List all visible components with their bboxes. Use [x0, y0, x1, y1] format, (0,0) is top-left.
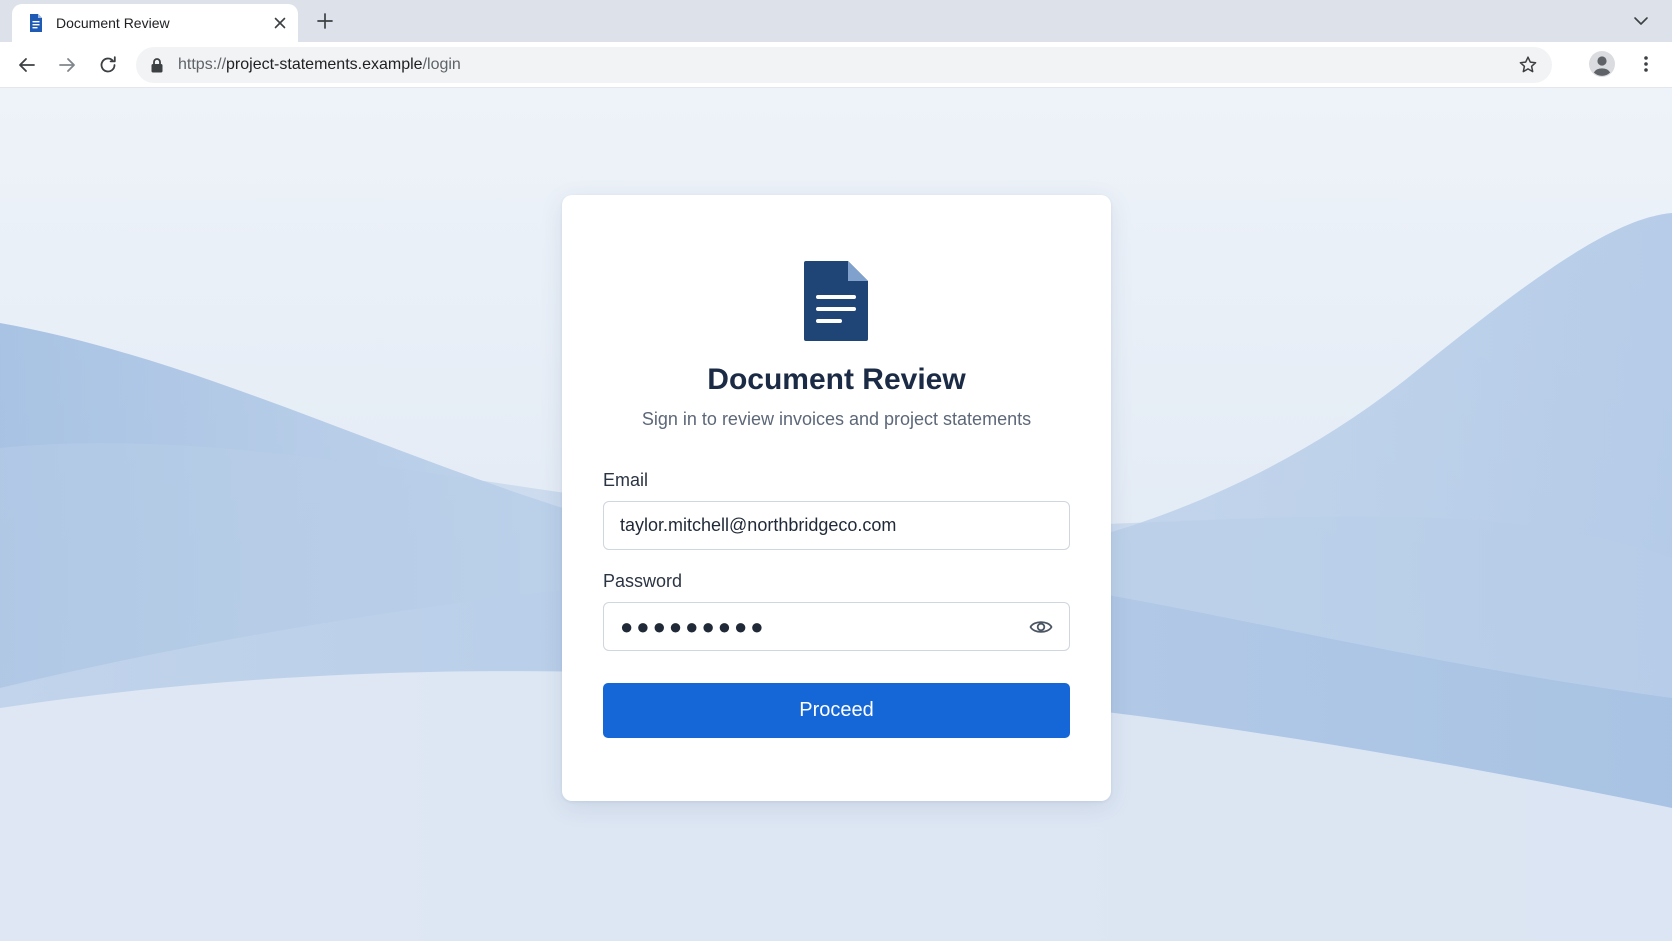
page-background: Document Review Sign in to review invoic… — [0, 88, 1672, 941]
page-subtitle: Sign in to review invoices and project s… — [641, 409, 1032, 429]
login-card: Document Review Sign in to review invoic… — [562, 195, 1111, 801]
url-text[interactable]: https://project-statements.example/login — [178, 56, 461, 74]
arrow-right-icon[interactable] — [56, 54, 78, 76]
proceed-button[interactable]: Proceed — [603, 683, 1070, 738]
close-icon[interactable] — [272, 15, 288, 31]
profile-icon[interactable] — [1588, 50, 1616, 78]
document-icon — [804, 261, 868, 341]
page-title: Document Review — [707, 363, 966, 396]
lock-icon[interactable] — [150, 57, 164, 73]
chevron-down-icon[interactable] — [1632, 12, 1650, 30]
arrow-left-icon[interactable] — [16, 54, 38, 76]
more-vertical-icon[interactable] — [1636, 54, 1656, 74]
password-field[interactable] — [603, 602, 1070, 651]
url-scheme: https:// — [178, 56, 227, 73]
address-bar[interactable]: https://project-statements.example/login — [136, 47, 1552, 83]
tab-title: Document Review — [56, 15, 170, 31]
tab-strip: Document Review — [0, 0, 1672, 42]
plus-icon[interactable] — [316, 12, 334, 30]
eye-icon[interactable] — [1029, 616, 1053, 638]
tab-document-review[interactable]: Document Review — [12, 4, 298, 42]
email-field[interactable] — [603, 501, 1070, 550]
document-favicon-icon — [30, 14, 42, 32]
browser-toolbar: https://project-statements.example/login — [0, 42, 1672, 88]
password-label: Password — [603, 571, 683, 591]
reload-icon[interactable] — [97, 54, 119, 76]
email-label: Email — [603, 470, 649, 490]
url-path: /login — [422, 56, 461, 73]
star-icon[interactable] — [1518, 55, 1538, 75]
url-host: project-statements.example — [226, 56, 423, 73]
